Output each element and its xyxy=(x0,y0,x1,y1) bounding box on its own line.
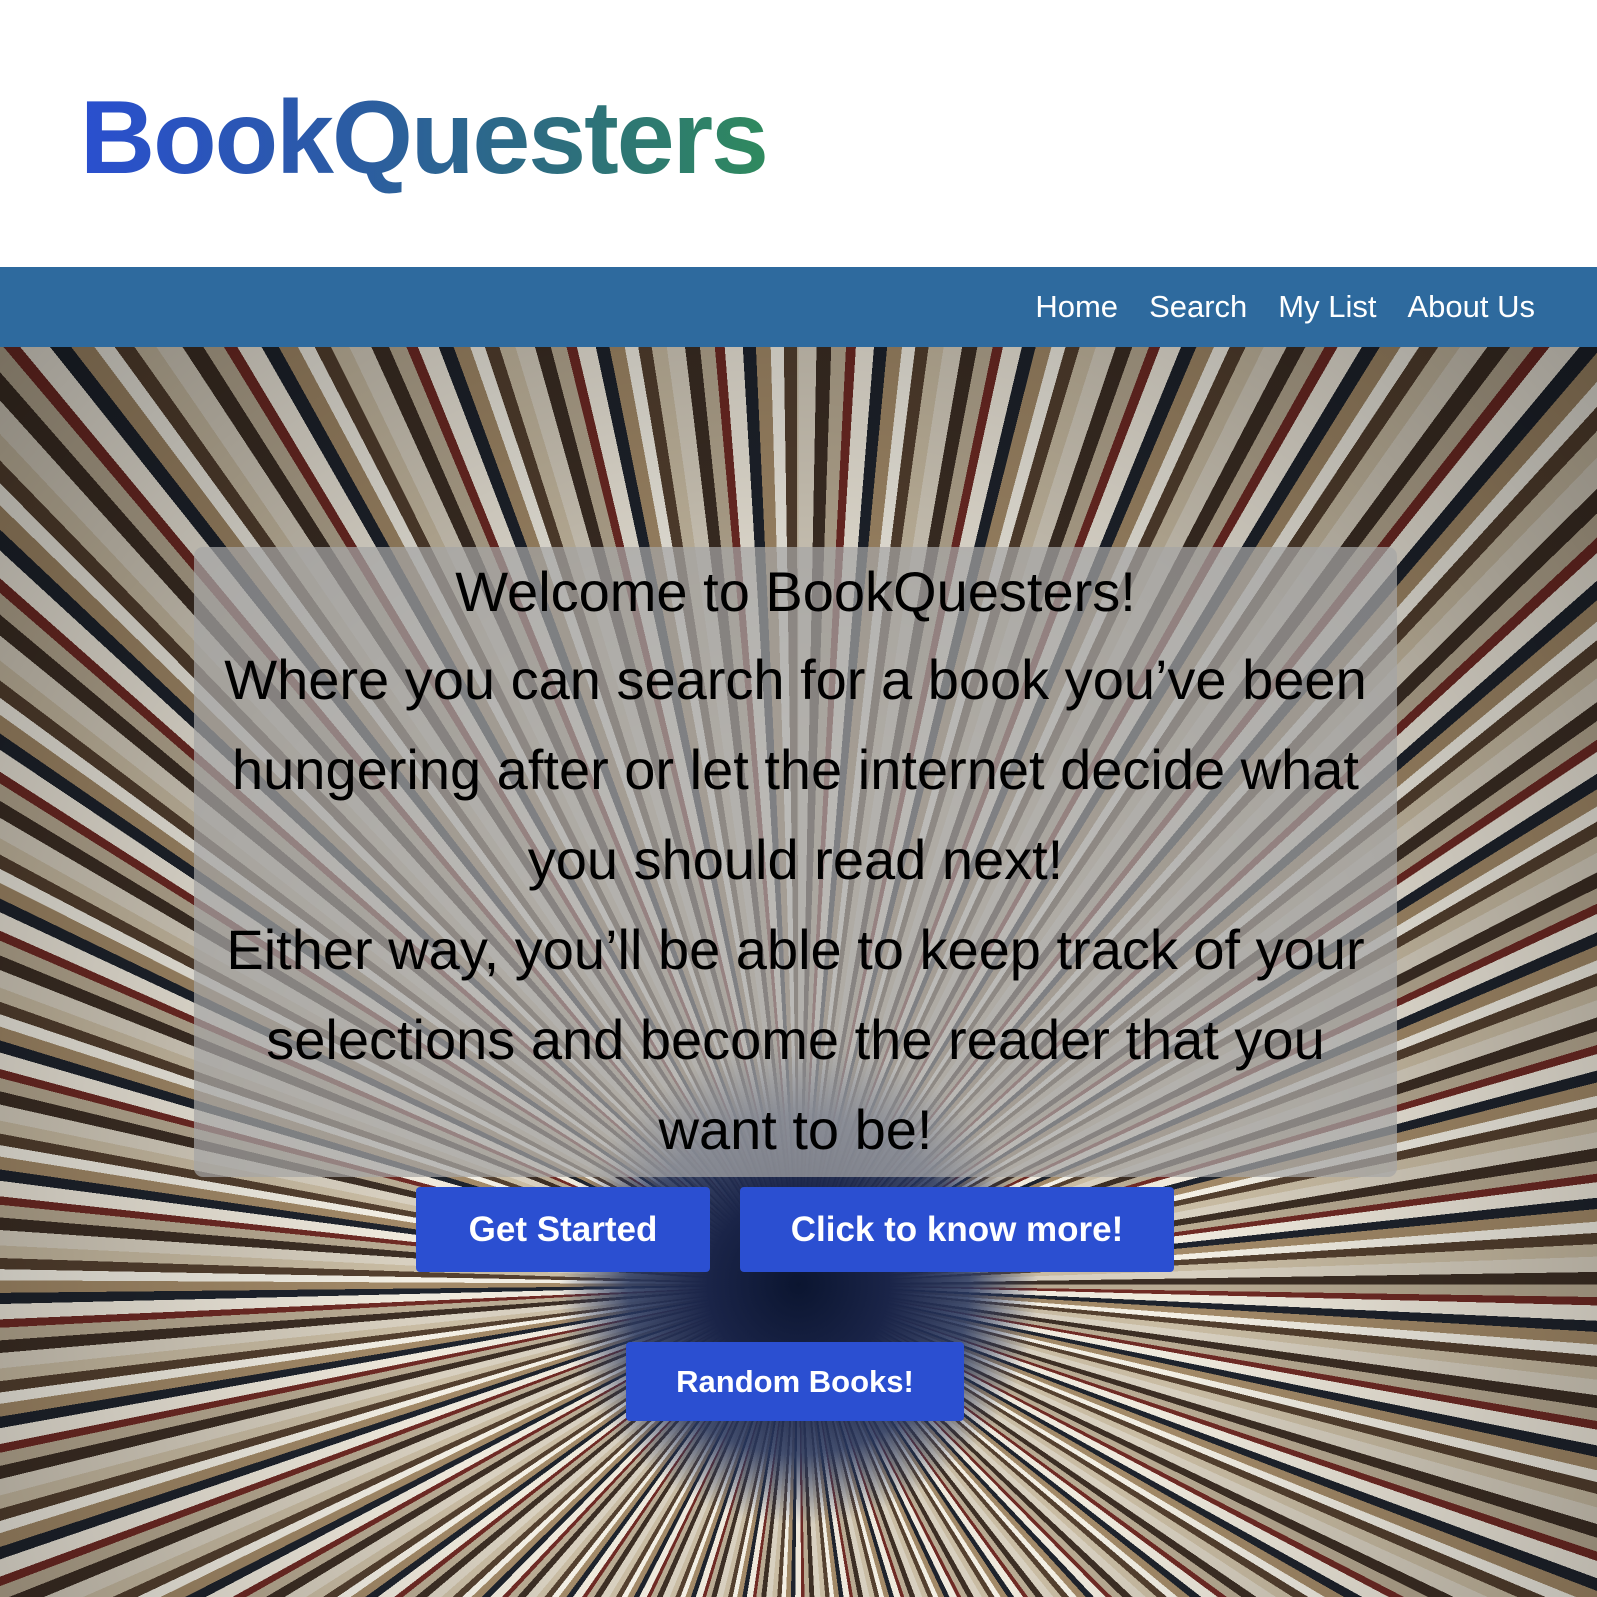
welcome-text-search: Where you can search for a book you’ve b… xyxy=(224,648,1367,891)
nav-link-about-us[interactable]: About Us xyxy=(1407,289,1535,325)
welcome-title: Welcome to BookQuesters! xyxy=(455,560,1136,623)
nav-link-search[interactable]: Search xyxy=(1149,289,1247,325)
nav-links: Home Search My List About Us xyxy=(1035,267,1535,347)
main-navbar: Home Search My List About Us xyxy=(0,267,1597,347)
know-more-button[interactable]: Click to know more! xyxy=(740,1187,1174,1272)
random-books-button[interactable]: Random Books! xyxy=(626,1342,964,1421)
hero-section: Welcome to BookQuesters! Where you can s… xyxy=(0,347,1597,1597)
welcome-panel: Welcome to BookQuesters! Where you can s… xyxy=(194,547,1397,1177)
welcome-text-track: Either way, you’ll be able to keep track… xyxy=(226,918,1365,1161)
site-header: BookQuesters xyxy=(0,0,1597,267)
nav-link-my-list[interactable]: My List xyxy=(1278,289,1376,325)
get-started-button[interactable]: Get Started xyxy=(416,1187,710,1272)
site-logo[interactable]: BookQuesters xyxy=(80,78,769,198)
nav-link-home[interactable]: Home xyxy=(1035,289,1118,325)
